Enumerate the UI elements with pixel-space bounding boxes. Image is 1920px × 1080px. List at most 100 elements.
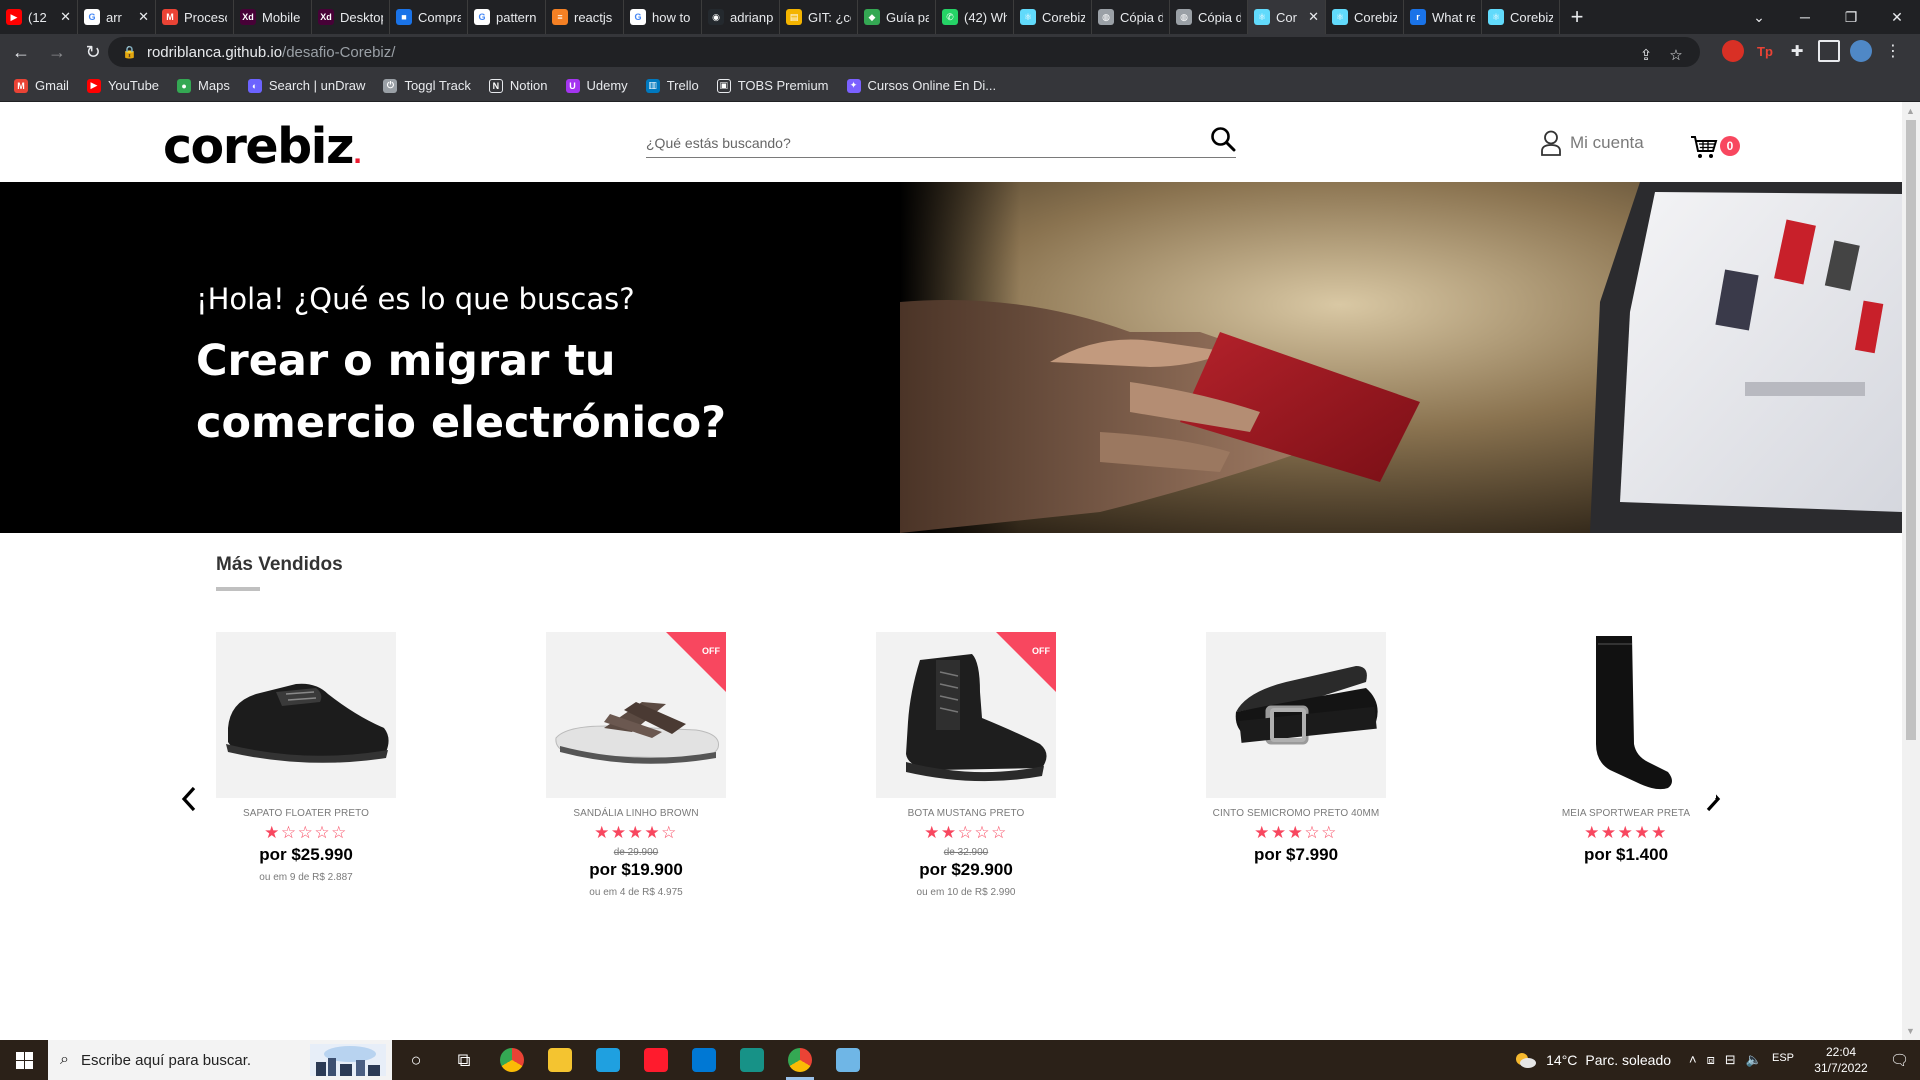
browser-tab[interactable]: ▶ (12 ✕ [0,0,78,34]
browser-tab[interactable]: M Proceso [156,0,234,34]
cart-button[interactable]: 0 [1690,132,1742,160]
cortana-icon[interactable]: ○ [392,1040,440,1080]
browser-tab[interactable]: Xd Desktop [312,0,390,34]
browser-tab[interactable]: ◍ Cópia d [1170,0,1248,34]
browser-tab[interactable]: ✆ (42) Wh [936,0,1014,34]
bookmark-item[interactable]: ▥ Trello [645,78,699,93]
product-name: SANDÁLIA LINHO BROWN [573,808,699,819]
product-image[interactable]: OFF [876,632,1056,798]
extension-red-icon[interactable] [1722,40,1744,62]
taskbar-clock[interactable]: 22:04 31/7/2022 [1806,1044,1876,1076]
product-image[interactable] [1206,632,1386,798]
browser-tab[interactable]: Ghow to [624,0,702,34]
scrollbar-thumb[interactable] [1906,120,1916,740]
restore-button[interactable]: ❐ [1828,0,1874,34]
bookmark-item[interactable]: ▶ YouTube [86,78,159,93]
bookmark-item[interactable]: ▣ TOBS Premium [716,78,829,93]
bookmark-item[interactable]: ✦ Cursos Online En Di... [846,78,996,93]
google-icon: G [474,9,490,25]
close-window-button[interactable]: ✕ [1874,0,1920,34]
page-scrollbar[interactable]: ▲ ▼ [1902,102,1920,1040]
back-button[interactable]: ← [6,37,36,67]
profile-avatar[interactable] [1850,40,1872,62]
forward-button[interactable]: → [42,37,72,67]
browser-tab[interactable]: ⚛ Corebiz [1014,0,1092,34]
tab-close-icon[interactable]: ✕ [60,9,71,25]
taskbar-search-box[interactable]: ⌕ Escribe aquí para buscar. [48,1040,392,1080]
tab-close-icon[interactable]: ✕ [138,9,149,25]
browser-tab[interactable]: ≡ reactjs [546,0,624,34]
weather-widget[interactable]: 14°C Parc. soleado [1514,1052,1671,1068]
gitkraken-icon[interactable] [728,1040,776,1080]
browser-tab[interactable]: ⚛ Corebiz [1482,0,1560,34]
product-card[interactable]: MEIA SPORTWEAR PRETA ★★★★★ por $1.400 [1510,632,1742,865]
bookmark-item[interactable]: ● Maps [177,78,230,93]
share-icon[interactable]: ⇪ [1634,43,1658,67]
file-explorer-icon[interactable] [536,1040,584,1080]
start-button[interactable] [0,1040,48,1080]
browser-tab[interactable]: ⚛ Cor ✕ [1248,0,1326,34]
browser-tab[interactable]: ■ Compra [390,0,468,34]
account-link[interactable]: Mi cuenta [1540,130,1644,156]
bookmark-label: Trello [666,78,699,93]
search-input[interactable] [646,132,1186,154]
browser-tab[interactable]: ◍ Cópia d [1092,0,1170,34]
vscode-icon[interactable] [680,1040,728,1080]
browser-tab[interactable]: Gpattern [468,0,546,34]
tray-app-icon[interactable]: ⧈ [1707,1052,1715,1068]
bookmark-star-icon[interactable]: ☆ [1664,43,1688,67]
product-image[interactable]: OFF [546,632,726,798]
old-price: de 32.900 [943,847,989,858]
network-icon[interactable]: ⊟ [1725,1052,1736,1068]
minimize-button[interactable]: ─ [1782,0,1828,34]
notes-icon[interactable] [824,1040,872,1080]
product-card[interactable]: OFF BOTA MUSTANG PRETO ★★☆☆☆ de 32.900 por $… [850,632,1082,898]
reload-button[interactable]: ↻ [78,37,108,67]
browser-tab[interactable]: r What re [1404,0,1482,34]
bookmark-item[interactable]: N Notion [488,78,548,93]
side-panel-icon[interactable] [1818,40,1840,62]
browser-tab[interactable]: ◆ Guía pa [858,0,936,34]
volume-icon[interactable]: 🔈 [1746,1052,1762,1068]
product-image[interactable] [216,632,396,798]
address-bar[interactable]: 🔒 rodriblanca.github.io/desafio-Corebiz/… [108,37,1700,67]
extensions-puzzle-icon[interactable]: ✚ [1786,40,1808,62]
edge-icon[interactable] [584,1040,632,1080]
chrome-active-icon[interactable] [776,1040,824,1080]
product-card[interactable]: CINTO SEMICROMO PRETO 40MM ★★★☆☆ por $7.99… [1180,632,1412,865]
adobe-xd-icon: Xd [240,9,256,25]
tab-search-chevron-icon[interactable]: ⌄ [1736,0,1782,34]
browser-menu-icon[interactable]: ⋮ [1882,40,1904,62]
product-card[interactable]: OFF SANDÁLIA LINHO BROWN ★★★★☆ de 29.900 por… [520,632,752,898]
new-tab-button[interactable]: + [1560,0,1594,34]
product-image[interactable] [1536,632,1716,798]
product-card[interactable]: SAPATO FLOATER PRETO ★☆☆☆☆ por $25.990 ou e… [190,632,422,883]
tab-close-icon[interactable]: ✕ [1308,9,1319,25]
youtube-icon: ▶ [6,9,22,25]
corebiz-logo[interactable]: corebiz. [163,118,362,175]
chrome-taskbar-icon[interactable] [488,1040,536,1080]
browser-tab[interactable]: ◉ adrianp [702,0,780,34]
notifications-icon[interactable]: 🗨 [1890,1051,1920,1069]
lock-icon[interactable]: 🔒 [122,45,137,59]
bookmark-label: Search | unDraw [268,78,366,93]
search-icon[interactable] [1210,126,1236,152]
browser-tab[interactable]: ▤ GIT: ¿có [780,0,858,34]
system-tray: 14°C Parc. soleado ˄ ⧈ ⊟ 🔈 ESP 22:04 31/… [1514,1040,1920,1080]
scroll-up-arrow[interactable]: ▲ [1906,106,1915,116]
browser-tab[interactable]: Garr ✕ [78,0,156,34]
opera-icon[interactable] [632,1040,680,1080]
extension-tp-icon[interactable]: Tp [1754,40,1776,62]
bookmark-item[interactable]: ⏻ Toggl Track [383,78,471,93]
browser-tab[interactable]: Xd Mobile [234,0,312,34]
scroll-down-arrow[interactable]: ▼ [1906,1026,1915,1036]
bookmark-item[interactable]: M Gmail [14,78,69,93]
task-view-icon[interactable]: ⧉ [440,1040,488,1080]
browser-tab[interactable]: ⚛ Corebiz [1326,0,1404,34]
adobe-xd-icon: Xd [318,9,334,25]
language-indicator[interactable]: ESP [1772,1052,1794,1068]
tray-chevron-icon[interactable]: ˄ [1689,1052,1697,1068]
bookmark-item[interactable]: U Udemy [565,78,628,93]
bookmark-item[interactable]: ◐ Search | unDraw [247,78,366,93]
site-header: corebiz. Mi cuenta [0,102,1902,182]
